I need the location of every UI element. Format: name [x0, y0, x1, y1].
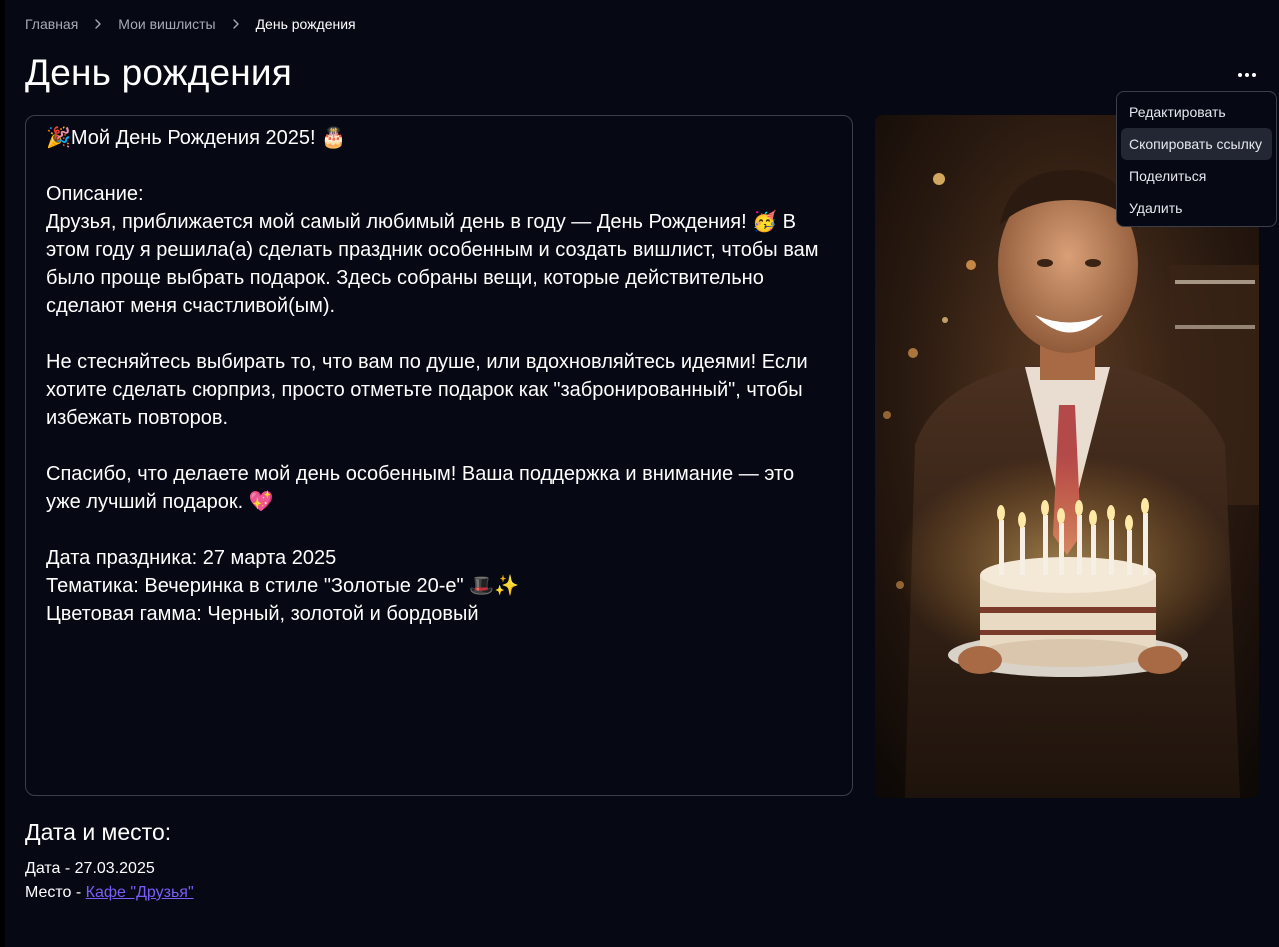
date-prefix: Дата - [25, 860, 75, 877]
description-paragraph-2: Не стесняйтесь выбирать то, что вам по д… [46, 351, 814, 429]
place-line: Место - Кафе "Друзья" [25, 884, 194, 902]
wishlist-page: Главная Мои вишлисты День рождения День … [0, 0, 1279, 947]
place-link[interactable]: Кафе "Друзья" [86, 884, 194, 901]
description-label: Описание: [46, 183, 144, 205]
description-date: Дата праздника: 27 марта 2025 [46, 547, 337, 569]
menu-item-edit[interactable]: Редактировать [1121, 96, 1272, 128]
description-colors: Цветовая гамма: Черный, золотой и бордов… [46, 603, 479, 625]
description-paragraph-3: Спасибо, что делаете мой день особенным!… [46, 463, 800, 513]
menu-item-delete[interactable]: Удалить [1121, 192, 1272, 224]
description-card: 🎉Мой День Рождения 2025! 🎂 Описание: Дру… [25, 115, 853, 796]
date-value: 27.03.2025 [74, 860, 155, 877]
more-horizontal-icon-dot [1252, 73, 1256, 77]
breadcrumb-current: День рождения [255, 16, 356, 32]
menu-item-copy-link[interactable]: Скопировать ссылку [1121, 128, 1272, 160]
options-menu: Редактировать Скопировать ссылку Поделит… [1116, 91, 1277, 227]
description-title: 🎉Мой День Рождения 2025! 🎂 [46, 127, 346, 149]
chevron-right-icon [95, 19, 101, 29]
page-title: День рождения [25, 52, 293, 93]
breadcrumb-home[interactable]: Главная [25, 16, 78, 32]
more-horizontal-icon [1238, 73, 1242, 77]
window-edge [0, 0, 5, 947]
breadcrumb-wishlists[interactable]: Мои вишлисты [118, 16, 215, 32]
more-options-button[interactable] [1232, 64, 1262, 86]
menu-item-share[interactable]: Поделиться [1121, 160, 1272, 192]
date-line: Дата - 27.03.2025 [25, 860, 155, 878]
chevron-right-icon [232, 19, 239, 29]
place-prefix: Место - [25, 884, 86, 901]
description-paragraph-1: Друзья, приближается мой самый любимый д… [46, 211, 825, 317]
description-theme: Тематика: Вечеринка в стиле "Золотые 20-… [46, 575, 519, 597]
more-horizontal-icon-dot [1245, 73, 1249, 77]
breadcrumb: Главная Мои вишлисты День рождения [25, 16, 356, 32]
date-place-title: Дата и место: [25, 819, 172, 845]
